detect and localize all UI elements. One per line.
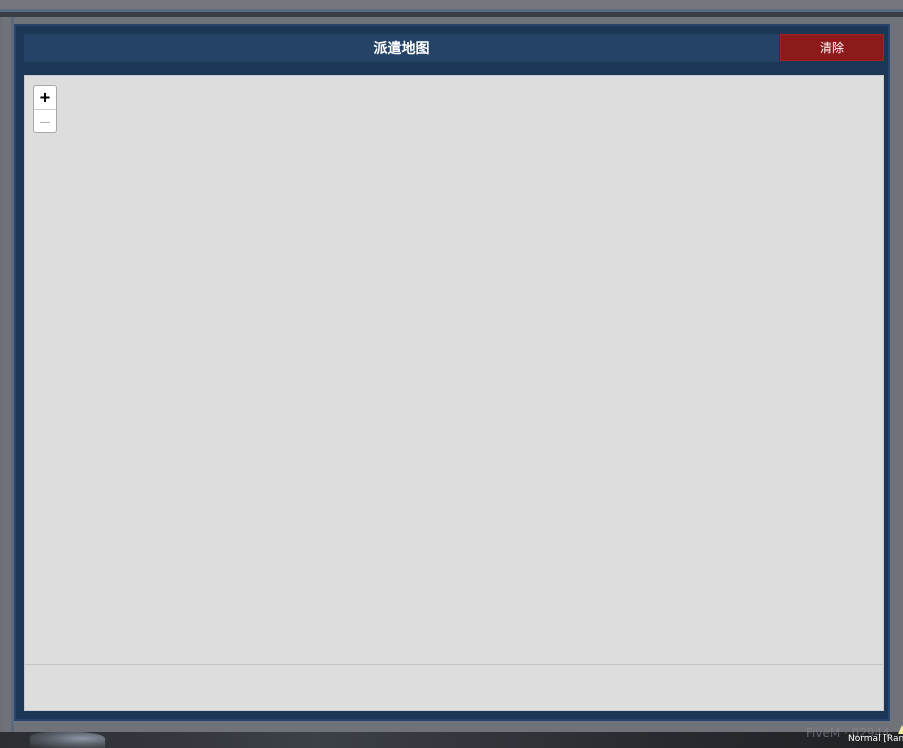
dispatch-map-window: 派遣地图 清除 + —	[14, 24, 890, 721]
zoom-control: + —	[33, 85, 57, 133]
zoom-out-button[interactable]: —	[34, 110, 56, 132]
dispatch-map[interactable]: + —	[24, 75, 884, 711]
clear-button[interactable]: 清除	[780, 34, 884, 61]
window-title: 派遣地图	[24, 34, 779, 62]
scene-rock	[30, 732, 105, 748]
status-label: Normal [Ran	[848, 734, 903, 744]
game-scene-strip	[0, 732, 903, 748]
background-window-edge	[0, 0, 903, 12]
zoom-in-button[interactable]: +	[34, 86, 56, 110]
cursor-icon	[898, 725, 903, 734]
map-footer-divider	[25, 664, 883, 665]
